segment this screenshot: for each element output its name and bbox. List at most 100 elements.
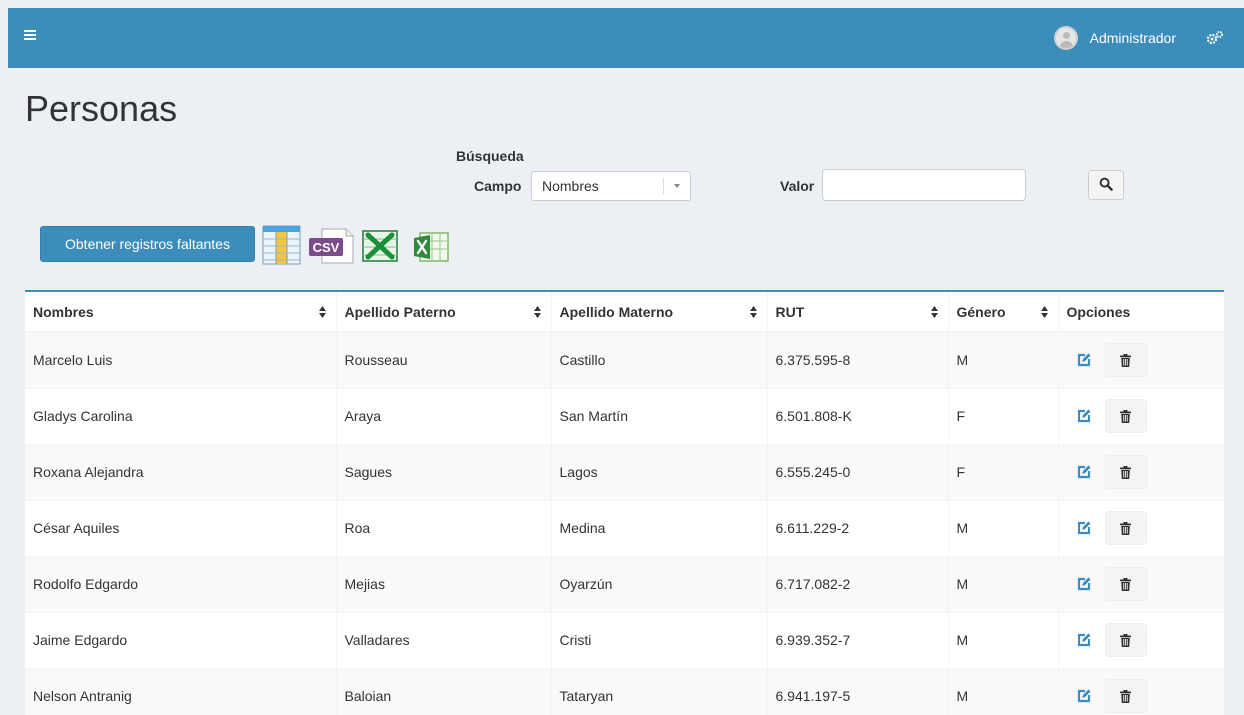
delete-button[interactable] bbox=[1104, 511, 1147, 545]
table-row: Jaime Edgardo Valladares Cristi 6.939.352-7… bbox=[25, 612, 1224, 669]
columns-icon[interactable] bbox=[262, 225, 301, 265]
fetch-missing-records-button[interactable]: Obtener registros faltantes bbox=[40, 226, 255, 262]
column-header-nombres[interactable]: Nombres bbox=[25, 292, 337, 333]
column-header-label: Apellido Materno bbox=[559, 303, 674, 320]
value-label: Valor bbox=[780, 178, 815, 194]
search-button[interactable] bbox=[1088, 170, 1124, 200]
xlsx-export-icon[interactable] bbox=[412, 229, 450, 263]
row-actions bbox=[1067, 567, 1216, 601]
column-header-label: Género bbox=[956, 303, 1006, 320]
cell-rut: 6.555.245-0 bbox=[767, 444, 949, 501]
table-row: Marcelo Luis Rousseau Castillo 6.375.595-8 M bbox=[25, 332, 1224, 389]
value-input[interactable] bbox=[822, 169, 1026, 201]
delete-button[interactable] bbox=[1104, 567, 1147, 601]
edit-icon[interactable] bbox=[1077, 577, 1091, 591]
cell-rut: 6.501.808-K bbox=[767, 388, 949, 445]
cell-opciones bbox=[1058, 612, 1224, 669]
cell-opciones bbox=[1058, 500, 1224, 557]
cell-apellido-materno: Cristi bbox=[551, 612, 768, 669]
trash-icon bbox=[1120, 465, 1131, 479]
cell-rut: 6.611.229-2 bbox=[767, 500, 949, 557]
row-actions bbox=[1067, 455, 1216, 489]
cell-opciones bbox=[1058, 388, 1224, 445]
cell-apellido-paterno: Baloian bbox=[336, 668, 552, 715]
search-heading: Búsqueda bbox=[456, 148, 524, 164]
column-header-opciones: Opciones bbox=[1058, 292, 1224, 333]
trash-icon bbox=[1120, 689, 1131, 703]
select-divider bbox=[663, 178, 664, 194]
cell-genero: F bbox=[948, 444, 1059, 501]
delete-button[interactable] bbox=[1104, 679, 1147, 713]
page-title: Personas bbox=[25, 88, 178, 129]
cell-nombres: Marcelo Luis bbox=[25, 332, 337, 389]
row-actions bbox=[1067, 679, 1216, 713]
cell-genero: F bbox=[948, 388, 1059, 445]
menu-toggle-icon[interactable] bbox=[24, 30, 36, 42]
cell-rut: 6.717.082-2 bbox=[767, 556, 949, 613]
delete-button[interactable] bbox=[1104, 455, 1147, 489]
table-header-row: Nombres Apellido Paterno Apellido Matern… bbox=[25, 292, 1224, 333]
cell-opciones bbox=[1058, 556, 1224, 613]
table-row: César Aquiles Roa Medina 6.611.229-2 M bbox=[25, 500, 1224, 557]
column-header-genero[interactable]: Género bbox=[948, 292, 1059, 333]
delete-button[interactable] bbox=[1104, 343, 1147, 378]
row-actions bbox=[1067, 399, 1216, 433]
column-header-apellido-paterno[interactable]: Apellido Paterno bbox=[336, 292, 552, 333]
field-select[interactable]: Nombres bbox=[531, 171, 691, 201]
cell-apellido-paterno: Roa bbox=[336, 500, 552, 557]
delete-button[interactable] bbox=[1104, 399, 1147, 433]
edit-icon[interactable] bbox=[1077, 409, 1091, 423]
trash-icon bbox=[1120, 521, 1131, 535]
cell-genero: M bbox=[948, 500, 1059, 557]
field-select-value: Nombres bbox=[542, 178, 599, 194]
edit-icon[interactable] bbox=[1077, 689, 1091, 703]
cell-nombres: Rodolfo Edgardo bbox=[25, 556, 337, 613]
table-body: Marcelo Luis Rousseau Castillo 6.375.595-8 M… bbox=[25, 332, 1224, 715]
csv-export-icon[interactable]: CSV bbox=[308, 228, 354, 264]
trash-icon bbox=[1120, 633, 1131, 647]
row-actions bbox=[1067, 511, 1216, 545]
table-row: Gladys Carolina Araya San Martín 6.501.808-… bbox=[25, 388, 1224, 445]
cell-apellido-materno: Oyarzún bbox=[551, 556, 768, 613]
cell-opciones bbox=[1058, 444, 1224, 501]
edit-icon[interactable] bbox=[1077, 521, 1091, 535]
cell-rut: 6.375.595-8 bbox=[767, 332, 949, 389]
cell-nombres: Jaime Edgardo bbox=[25, 612, 337, 669]
cell-nombres: Gladys Carolina bbox=[25, 388, 337, 445]
column-header-label: Nombres bbox=[33, 303, 94, 320]
column-header-label: Apellido Paterno bbox=[344, 303, 456, 320]
delete-button[interactable] bbox=[1104, 623, 1147, 657]
cell-nombres: Nelson Antranig bbox=[25, 668, 337, 715]
csv-icon-label: CSV bbox=[313, 240, 340, 255]
sort-icon bbox=[318, 306, 326, 318]
gears-icon[interactable] bbox=[1206, 30, 1224, 46]
cell-apellido-materno: Tataryan bbox=[551, 668, 768, 715]
cell-apellido-paterno: Araya bbox=[336, 388, 552, 445]
top-navbar: Administrador bbox=[8, 8, 1244, 68]
xls-export-icon[interactable] bbox=[362, 230, 398, 262]
column-header-label: Opciones bbox=[1066, 303, 1131, 320]
trash-icon bbox=[1120, 409, 1131, 423]
sort-icon bbox=[533, 306, 541, 318]
edit-icon[interactable] bbox=[1077, 353, 1091, 367]
cell-apellido-materno: Castillo bbox=[551, 332, 768, 389]
trash-icon bbox=[1120, 353, 1131, 367]
table-row: Rodolfo Edgardo Mejias Oyarzún 6.717.082-2 M bbox=[25, 556, 1224, 613]
edit-icon[interactable] bbox=[1077, 633, 1091, 647]
cell-opciones bbox=[1058, 668, 1224, 715]
sort-icon bbox=[930, 306, 938, 318]
cell-nombres: César Aquiles bbox=[25, 500, 337, 557]
cell-apellido-materno: Medina bbox=[551, 500, 768, 557]
trash-icon bbox=[1120, 577, 1131, 591]
column-header-rut[interactable]: RUT bbox=[767, 292, 949, 333]
edit-icon[interactable] bbox=[1077, 465, 1091, 479]
search-icon bbox=[1099, 177, 1113, 191]
user-menu[interactable]: Administrador bbox=[1053, 8, 1176, 68]
cell-genero: M bbox=[948, 556, 1059, 613]
cell-apellido-materno: Lagos bbox=[551, 444, 768, 501]
cell-apellido-paterno: Valladares bbox=[336, 612, 552, 669]
sort-icon bbox=[749, 306, 757, 318]
column-header-apellido-materno[interactable]: Apellido Materno bbox=[551, 292, 768, 333]
cell-opciones bbox=[1058, 332, 1224, 389]
table-row: Nelson Antranig Baloian Tataryan 6.941.197-… bbox=[25, 668, 1224, 715]
